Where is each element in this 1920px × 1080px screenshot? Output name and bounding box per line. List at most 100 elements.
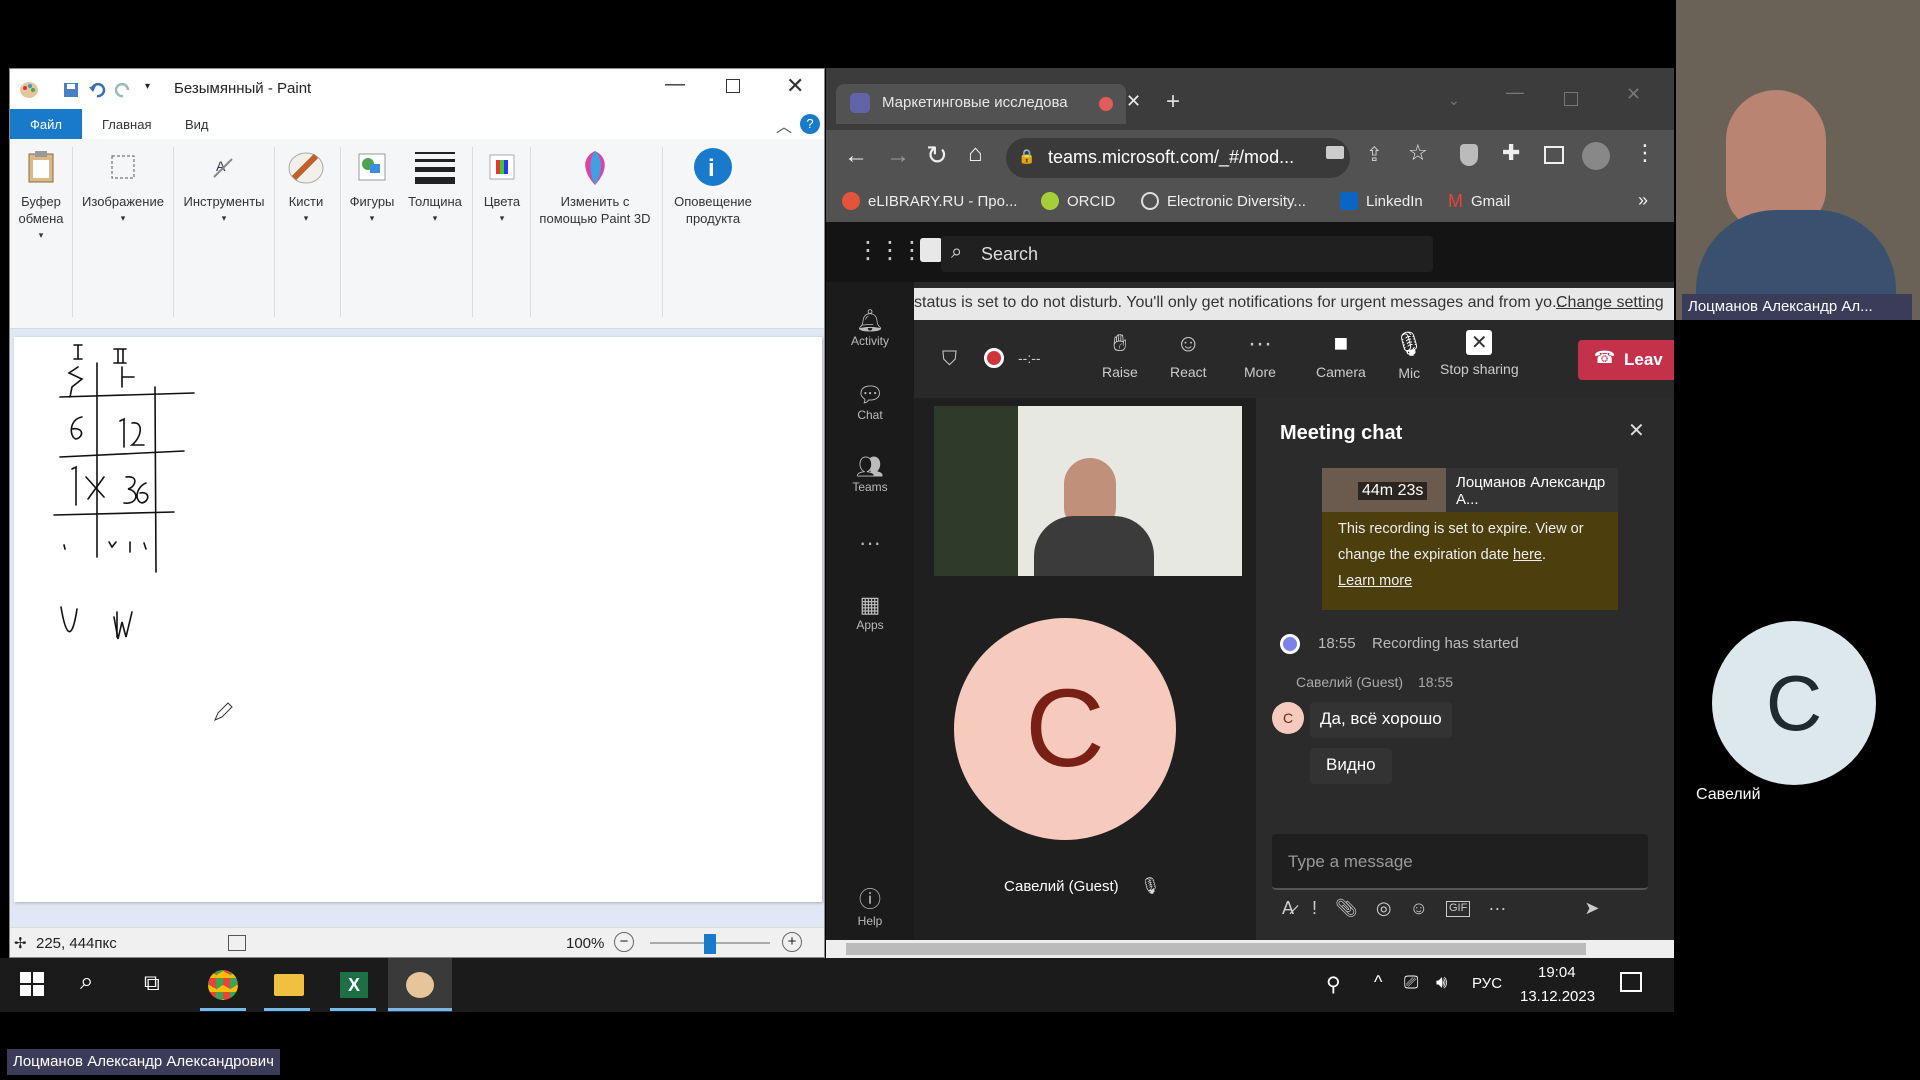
teams-search-box[interactable]: ⌕ Search (941, 236, 1433, 272)
customize-arrow-icon[interactable]: ▾ (145, 81, 150, 92)
paint-taskbar-button[interactable] (388, 958, 452, 1012)
learn-more-link[interactable]: Learn more (1338, 568, 1602, 594)
bookmark-linkedin[interactable]: LinkedIn (1340, 180, 1423, 222)
shield-extension-icon[interactable] (1460, 144, 1478, 166)
camera-button[interactable]: ■ Camera (1316, 330, 1366, 380)
react-button[interactable]: ☺ React (1170, 330, 1207, 380)
help-icon[interactable]: ? (800, 114, 820, 134)
volume-icon[interactable]: 🔊︎ (1436, 972, 1447, 993)
share-icon[interactable]: ⇪ (1366, 142, 1383, 167)
close-button[interactable]: ✕ (786, 73, 804, 99)
input-language[interactable]: РУС (1472, 975, 1502, 992)
bookmark-elibrary[interactable]: eLIBRARY.RU - Про... (842, 180, 1017, 222)
emoji-icon[interactable]: ☺ (1410, 898, 1428, 928)
extensions-icon[interactable]: ✚ (1502, 140, 1520, 166)
zoom-in-button[interactable]: + (782, 932, 802, 952)
paint3d-button[interactable]: Изменить с помощью Paint 3D (530, 147, 660, 227)
thickness-button[interactable]: Толщина ▾ (402, 147, 468, 227)
participant-avatar-large: С (1712, 621, 1876, 785)
product-notification-button[interactable]: i Оповещение продукта (664, 147, 762, 227)
raise-hand-button[interactable]: ✋︎ Raise (1102, 330, 1138, 380)
horizontal-scrollbar[interactable] (826, 940, 1674, 958)
leave-button[interactable]: ☎ Leav (1578, 340, 1674, 380)
tools-button[interactable]: A Инструменты ▾ (178, 147, 270, 227)
gif-icon[interactable]: GIF (1446, 901, 1471, 917)
message-input[interactable]: Type a message (1272, 834, 1648, 890)
address-bar[interactable]: 🔒 teams.microsoft.com/_#/mod... (1006, 138, 1350, 178)
new-tab-button[interactable]: + (1166, 88, 1180, 116)
clock-date[interactable]: 13.12.2023 (1520, 988, 1595, 1005)
change-settings-link[interactable]: Change setting (1556, 294, 1664, 312)
bookmark-star-icon[interactable]: ☆ (1408, 140, 1428, 166)
redo-icon[interactable] (114, 81, 132, 99)
presenter-video (934, 406, 1242, 576)
rail-item-activity[interactable]: 🔔︎ Activity (826, 308, 914, 348)
browser-tab-teams[interactable]: Маркетинговые исследова ✕ (836, 84, 1141, 124)
scrollbar-thumb[interactable] (846, 943, 1586, 955)
rail-more-button[interactable]: ··· (826, 530, 914, 556)
zoom-out-button[interactable]: − (614, 932, 634, 952)
clipboard-button[interactable]: Буфер обмена ▾ (14, 147, 68, 244)
colors-button[interactable]: Цвета ▾ (474, 147, 530, 227)
minimize-button[interactable]: — (665, 73, 685, 96)
maximize-button[interactable] (1564, 92, 1578, 106)
reload-icon[interactable]: ↻ (926, 140, 948, 171)
collapse-ribbon-icon[interactable]: ︿ (776, 113, 792, 137)
rail-item-apps[interactable]: ▦ Apps (826, 592, 914, 632)
loop-icon[interactable]: ◎ (1376, 898, 1392, 928)
send-icon[interactable]: ➤ (1584, 898, 1599, 928)
tab-view[interactable]: Вид (185, 109, 209, 139)
bookmark-orcid[interactable]: ORCID (1041, 180, 1115, 222)
home-icon[interactable]: ⌂ (968, 140, 983, 168)
priority-icon[interactable]: ! (1312, 898, 1317, 928)
people-icon[interactable]: ⚲ (1326, 972, 1341, 997)
zoom-slider-thumb[interactable] (704, 934, 716, 954)
recording-card[interactable]: 44m 23s Лоцманов Александр А... (1322, 468, 1618, 512)
start-button[interactable] (20, 972, 44, 996)
undo-icon[interactable] (88, 81, 106, 99)
brushes-button[interactable]: Кисти ▾ (276, 147, 336, 227)
tray-expand-icon[interactable]: ^ (1374, 972, 1382, 993)
close-window-button[interactable]: ✕ (1626, 84, 1641, 105)
close-tab-icon[interactable]: ✕ (1126, 91, 1141, 112)
app-launcher-icon[interactable]: ⋮⋮⋮ (856, 236, 924, 265)
bookmark-gmail[interactable]: M Gmail (1448, 180, 1510, 222)
search-icon[interactable]: ⌕ (80, 968, 93, 996)
menu-file[interactable]: Файл (10, 109, 82, 139)
image-button[interactable]: Изображение ▾ (78, 147, 168, 227)
browser-menu-icon[interactable]: ⋮ (1634, 140, 1656, 166)
expiry-here-link[interactable]: here (1513, 547, 1542, 563)
rail-item-chat[interactable]: 💬︎ Chat (826, 382, 914, 422)
back-icon[interactable]: ← (844, 142, 868, 170)
action-center-icon[interactable] (1620, 972, 1642, 992)
drawing-canvas[interactable] (14, 337, 822, 902)
task-view-icon[interactable]: ⧉ (144, 970, 160, 996)
clock-time[interactable]: 19:04 (1538, 964, 1576, 981)
attach-icon[interactable]: 📎︎ (1335, 898, 1358, 928)
more-options-icon[interactable]: ··· (1488, 898, 1506, 928)
tab-home[interactable]: Главная (102, 109, 151, 139)
minimize-button[interactable]: — (1506, 82, 1524, 103)
rail-item-teams[interactable]: 👥︎ Teams (826, 454, 914, 494)
camera-permission-icon[interactable] (1326, 146, 1344, 159)
close-chat-button[interactable]: ✕ (1628, 418, 1645, 443)
mic-button[interactable]: 🎙︎ Mic (1394, 330, 1424, 381)
network-icon[interactable]: ⎚ (1404, 972, 1418, 993)
profile-avatar[interactable] (1582, 142, 1610, 170)
maximize-button[interactable] (726, 79, 740, 93)
bookmark-electronic-diversity[interactable]: Electronic Diversity... (1141, 180, 1306, 222)
rail-item-help[interactable]: ⓘ Help (826, 882, 914, 928)
expiry-notice: This recording is set to expire. View or… (1322, 512, 1618, 610)
more-bookmarks-button[interactable]: » (1638, 190, 1648, 211)
shapes-button[interactable]: Фигуры ▾ (344, 147, 400, 227)
excel-icon[interactable]: X (340, 972, 368, 998)
format-icon[interactable]: A̷ (1282, 898, 1294, 928)
forward-icon[interactable]: → (886, 142, 910, 170)
tab-search-icon[interactable]: ⌄ (1448, 92, 1460, 109)
side-panel-icon[interactable] (1544, 146, 1564, 164)
more-button[interactable]: ··· More (1244, 330, 1276, 380)
chrome-taskbar-icon[interactable] (208, 970, 238, 1000)
file-explorer-icon[interactable] (274, 974, 304, 996)
save-icon[interactable] (62, 81, 80, 99)
stop-sharing-button[interactable]: ✕ Stop sharing (1440, 330, 1519, 377)
